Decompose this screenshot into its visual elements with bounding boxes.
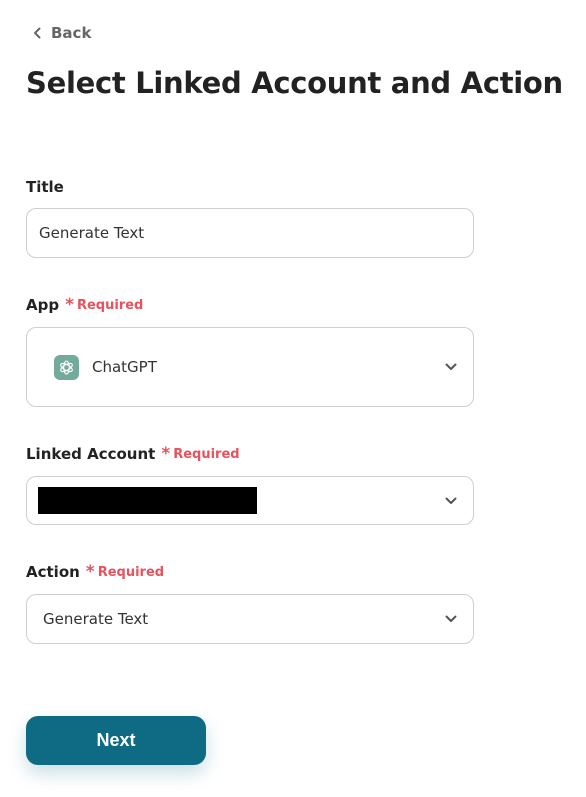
required-star: *: [65, 294, 74, 315]
title-input[interactable]: [27, 209, 473, 257]
redacted-account-value: [38, 487, 257, 514]
chatgpt-logo-icon: [54, 355, 79, 380]
next-button[interactable]: Next: [26, 716, 206, 765]
required-indicator: * Required: [65, 294, 144, 315]
title-label-text: Title: [26, 178, 64, 196]
linked-account-label-text: Linked Account: [26, 445, 156, 463]
app-label-text: App: [26, 296, 60, 314]
action-label-text: Action: [26, 563, 80, 581]
app-select[interactable]: ChatGPT: [26, 327, 474, 407]
page-title: Select Linked Account and Action: [26, 66, 563, 100]
back-link[interactable]: Back: [33, 24, 91, 42]
title-field-label: Title: [26, 178, 64, 196]
action-field-label: Action * Required: [26, 563, 164, 581]
required-star: *: [161, 443, 171, 464]
title-field-box: [26, 208, 474, 258]
chevron-down-icon: [445, 497, 457, 504]
action-select-value: Generate Text: [43, 610, 149, 628]
chevron-down-icon: [445, 615, 457, 622]
back-label: Back: [51, 24, 92, 42]
linked-account-field-label: Linked Account * Required: [26, 445, 240, 463]
required-indicator: * Required: [85, 561, 165, 582]
app-field-label: App * Required: [26, 296, 143, 314]
required-text: Required: [97, 564, 165, 580]
required-text: Required: [173, 446, 240, 462]
chevron-left-icon: [34, 27, 41, 39]
required-indicator: * Required: [161, 443, 240, 464]
linked-account-select[interactable]: [26, 476, 474, 525]
required-star: *: [85, 561, 95, 582]
required-text: Required: [76, 297, 144, 313]
app-select-value: ChatGPT: [92, 358, 157, 376]
action-select[interactable]: Generate Text: [26, 594, 474, 644]
chevron-down-icon: [445, 363, 457, 370]
